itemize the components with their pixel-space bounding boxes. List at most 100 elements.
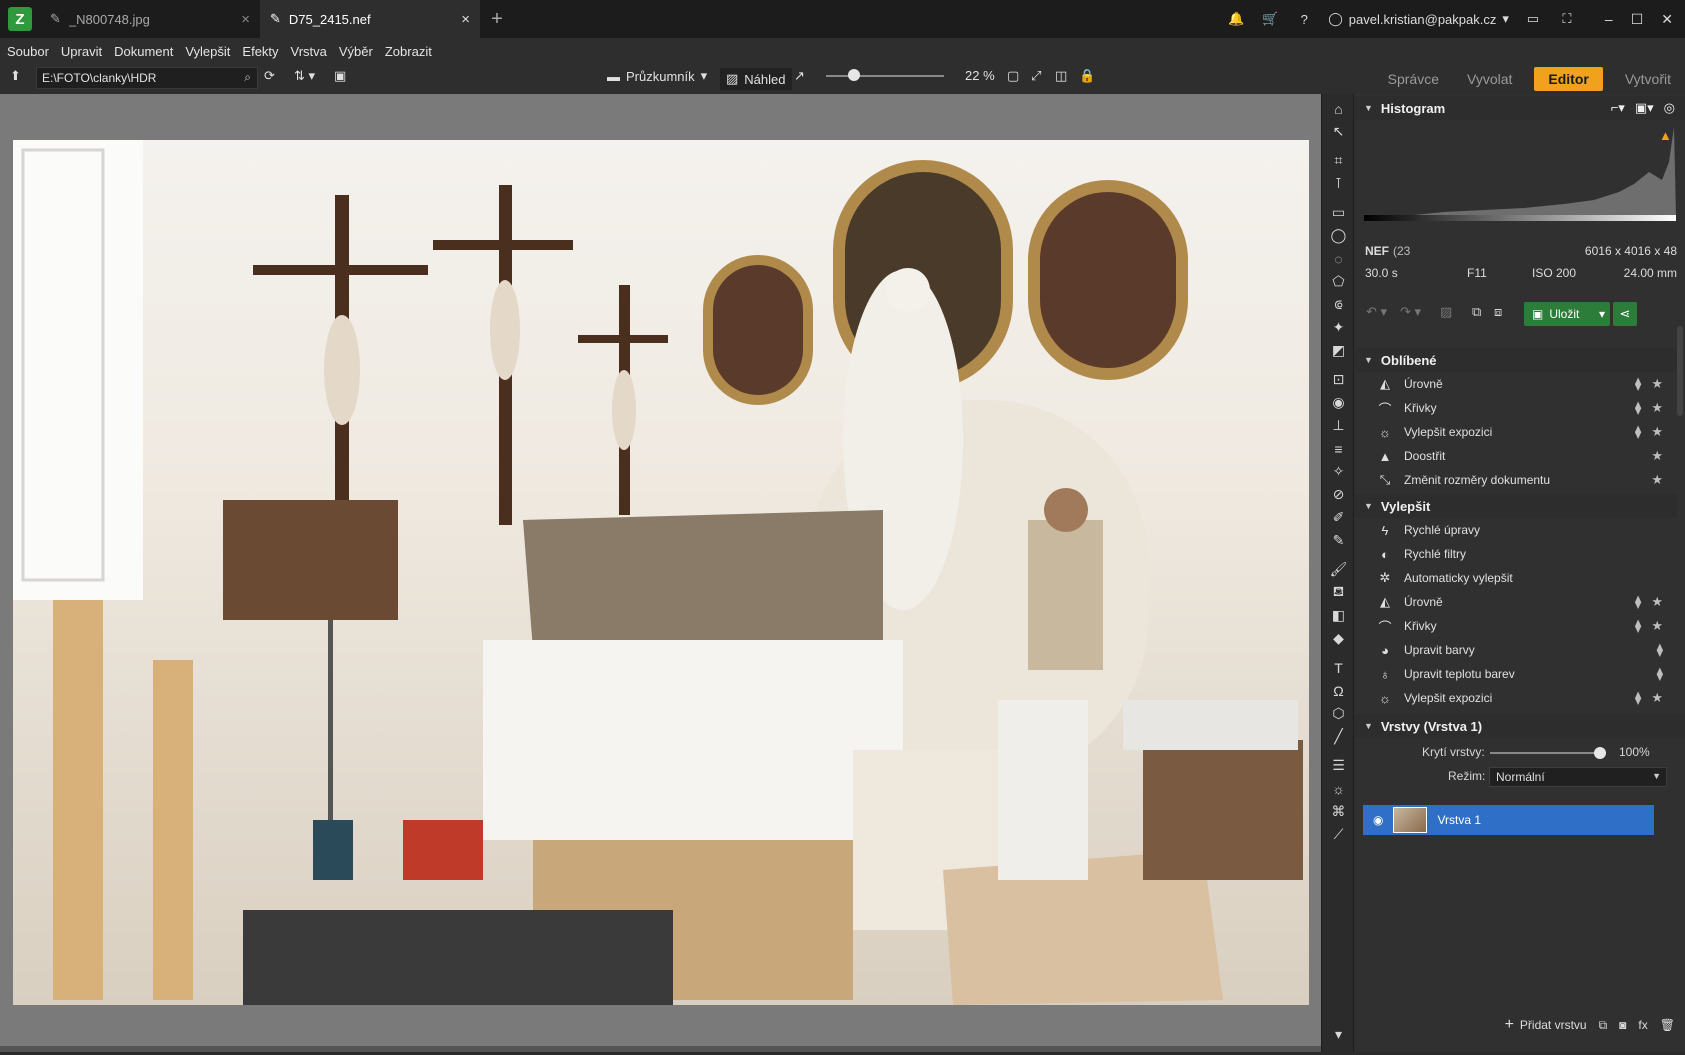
smudge-icon[interactable]: ⟋ — [1322, 823, 1355, 846]
red-eye-icon[interactable]: ◉ — [1322, 391, 1355, 414]
improve-item-levels[interactable]: ◭ Úrovně ⧫ ★ — [1354, 590, 1677, 614]
star-icon[interactable]: ★ — [1651, 472, 1663, 488]
improve-item-quick-edits[interactable]: ϟ Rychlé úpravy — [1354, 518, 1677, 542]
layer-apply-icon[interactable]: ⧫ — [1635, 400, 1641, 416]
pointer-icon[interactable]: ↖ — [1322, 120, 1355, 143]
minimize-button[interactable]: – — [1605, 11, 1613, 28]
transform-icon[interactable]: ⊡ — [1322, 368, 1355, 391]
rect-select-icon[interactable]: ▭ — [1322, 201, 1355, 224]
layer-apply-icon[interactable]: ⧫ — [1635, 376, 1641, 392]
folder-up-icon[interactable]: ⬆ — [10, 68, 21, 84]
compare-view-icon[interactable]: ⧈ — [1494, 304, 1502, 320]
sun-effect-icon[interactable]: ☼ — [1322, 777, 1355, 800]
layers-header[interactable]: ▼ Vrstvy (Vrstva 1) — [1354, 714, 1685, 738]
fav-item-resize[interactable]: ⤡ Změnit rozměry dokumentu ★ — [1354, 468, 1677, 492]
healing-icon[interactable]: ✧ — [1322, 460, 1355, 483]
text-icon[interactable]: T — [1322, 656, 1355, 679]
horizontal-scrollbar[interactable] — [0, 1046, 1321, 1052]
lock-icon[interactable]: 🔒 — [1079, 68, 1095, 84]
eraser-icon[interactable]: ◆ — [1322, 627, 1355, 650]
history-icon[interactable]: ▨ — [1440, 304, 1452, 320]
menu-soubor[interactable]: Soubor — [7, 44, 49, 59]
zoom-1-1-icon[interactable]: ▢ — [1007, 68, 1019, 84]
user-account[interactable]: ◯ pavel.kristian@pakpak.cz ▾ — [1328, 11, 1509, 27]
undo-icon[interactable]: ↶ ▾ — [1366, 304, 1387, 320]
help-icon[interactable]: ? — [1294, 9, 1314, 29]
star-icon[interactable]: ★ — [1651, 400, 1663, 416]
line-icon[interactable]: ╱ — [1322, 725, 1355, 748]
histogram-view-icon[interactable]: ⌐▾ — [1611, 100, 1625, 116]
layer-apply-icon[interactable]: ⧫ — [1657, 666, 1663, 682]
fav-item-curves[interactable]: ⌒ Křivky ⧫ ★ — [1354, 396, 1677, 420]
fav-item-levels[interactable]: ◭ Úrovně ⧫ ★ — [1354, 372, 1677, 396]
improve-item-quick-filters[interactable]: ◐ Rychlé filtry — [1354, 542, 1677, 566]
camera-icon[interactable]: ▣▾ — [1635, 100, 1654, 116]
new-folder-icon[interactable]: ▣ — [334, 68, 346, 84]
selection-brush-icon[interactable]: ◩ — [1322, 339, 1355, 362]
bandage-icon[interactable]: ⊘ — [1322, 483, 1355, 506]
distort-icon[interactable]: ⌘ — [1322, 800, 1355, 823]
duplicate-layer-icon[interactable]: ⧉ — [1599, 1018, 1608, 1033]
burn-icon[interactable]: ✎ — [1322, 529, 1355, 552]
layer-apply-icon[interactable]: ⧫ — [1635, 618, 1641, 634]
star-icon[interactable]: ★ — [1651, 448, 1663, 464]
eye-icon[interactable]: ◉ — [1373, 813, 1383, 827]
menu-vyber[interactable]: Výběr — [339, 44, 373, 59]
straighten-icon[interactable]: ⊺ — [1322, 172, 1355, 195]
close-icon[interactable]: × — [241, 11, 250, 28]
opacity-slider-knob[interactable] — [1594, 747, 1606, 759]
zoom-slider-track[interactable] — [826, 75, 944, 77]
menu-vylepsit[interactable]: Vylepšit — [185, 44, 230, 59]
improve-item-exposure[interactable]: ☼ Vylepšit expozici ⧫ ★ — [1354, 686, 1677, 710]
bell-icon[interactable]: 🔔 — [1226, 9, 1246, 29]
layer-apply-icon[interactable]: ⧫ — [1635, 690, 1641, 706]
redo-icon[interactable]: ↷ ▾ — [1400, 304, 1421, 320]
star-icon[interactable]: ★ — [1651, 424, 1663, 440]
maximize-button[interactable]: ☐ — [1631, 11, 1644, 28]
mode-spravce[interactable]: Správce — [1374, 64, 1453, 94]
star-icon[interactable]: ★ — [1651, 618, 1663, 634]
blend-mode-select[interactable]: Normální ▼ — [1489, 767, 1667, 787]
polygon-lasso-icon[interactable]: ⬠ — [1322, 270, 1355, 293]
tab-file-1[interactable]: ✎ _N800748.jpg × — [40, 0, 260, 38]
settings-icon[interactable]: ◎ — [1664, 100, 1675, 116]
star-icon[interactable]: ★ — [1651, 690, 1663, 706]
path-input[interactable]: E:\FOTO\clanky\HDR ⌕ — [36, 67, 258, 89]
layer-apply-icon[interactable]: ⧫ — [1635, 594, 1641, 610]
home-icon[interactable]: ⌂ — [1322, 97, 1355, 120]
close-icon[interactable]: × — [461, 11, 470, 28]
mode-vytvorit[interactable]: Vytvořit — [1611, 64, 1685, 94]
image-canvas[interactable] — [0, 94, 1321, 1052]
compare-icon[interactable]: ◫ — [1055, 68, 1067, 84]
fav-item-sharpen[interactable]: ▲ Doostřit ★ — [1354, 444, 1677, 468]
star-icon[interactable]: ★ — [1651, 594, 1663, 610]
refresh-icon[interactable]: ⟳ — [264, 68, 275, 84]
brush-icon[interactable]: 🖌 — [1322, 558, 1355, 581]
lasso-icon[interactable]: ◌ — [1322, 247, 1355, 270]
gradient-icon[interactable]: ◧ — [1322, 604, 1355, 627]
symbol-icon[interactable]: Ω — [1322, 679, 1355, 702]
shape-icon[interactable]: ⬡ — [1322, 702, 1355, 725]
zoom-slider-knob[interactable] — [848, 69, 860, 81]
menu-vrstva[interactable]: Vrstva — [291, 44, 327, 59]
cart-icon[interactable]: 🛒 — [1260, 9, 1280, 29]
clone-stamp-icon[interactable]: ⊥ — [1322, 414, 1355, 437]
sort-icon[interactable]: ⇅ ▾ — [294, 68, 315, 84]
dodge-icon[interactable]: ✐ — [1322, 506, 1355, 529]
improve-item-auto[interactable]: ✲ Automaticky vylepšit — [1354, 566, 1677, 590]
crop-icon[interactable]: ⌗ — [1322, 149, 1355, 172]
explorer-button[interactable]: ▬ Průzkumník ▾ — [607, 68, 707, 84]
fullscreen-icon[interactable]: ⛶ — [1557, 9, 1577, 29]
opacity-slider-track[interactable] — [1490, 752, 1600, 754]
fit-screen-icon[interactable]: ⤢ — [1031, 68, 1041, 84]
fill-bucket-icon[interactable]: ⛾ — [1322, 581, 1355, 604]
save-button[interactable]: ▣ Uložit ▾ — [1524, 302, 1610, 326]
menu-dokument[interactable]: Dokument — [114, 44, 173, 59]
mode-vyvolat[interactable]: Vyvolat — [1453, 64, 1526, 94]
mask-icon[interactable]: ◙ — [1619, 1018, 1626, 1032]
star-icon[interactable]: ★ — [1651, 376, 1663, 392]
monitor-icon[interactable]: ▭ — [1523, 9, 1543, 29]
clipping-warning-icon[interactable]: ▲ — [1659, 128, 1672, 143]
improve-header[interactable]: ▼ Vylepšit — [1354, 494, 1677, 518]
mode-editor[interactable]: Editor — [1534, 67, 1603, 91]
